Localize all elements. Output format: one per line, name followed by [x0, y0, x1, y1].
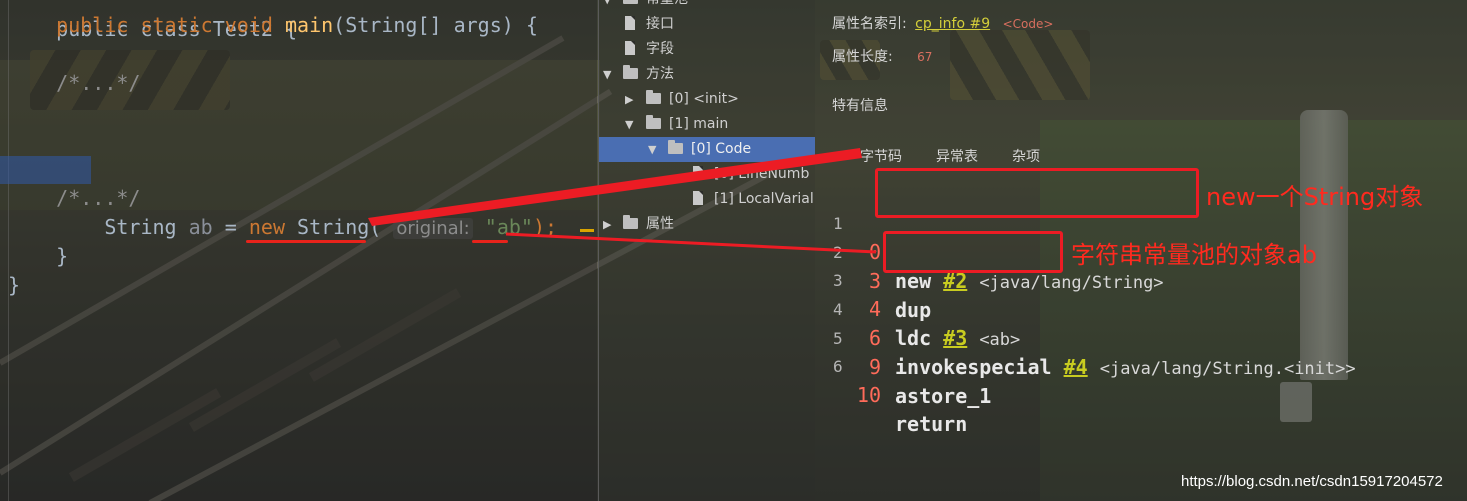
arrow-to-new-line	[368, 148, 862, 226]
annotation-string-pool: 字符串常量池的对象ab	[1071, 241, 1317, 269]
arrow-to-ldc-line	[505, 232, 877, 254]
highlight-box-ldc	[883, 231, 1063, 273]
highlight-box-new	[875, 168, 1199, 218]
watermark-text: https://blog.csdn.net/csdn15917204572	[1181, 473, 1443, 490]
annotation-new-string: new一个String对象	[1206, 183, 1424, 211]
